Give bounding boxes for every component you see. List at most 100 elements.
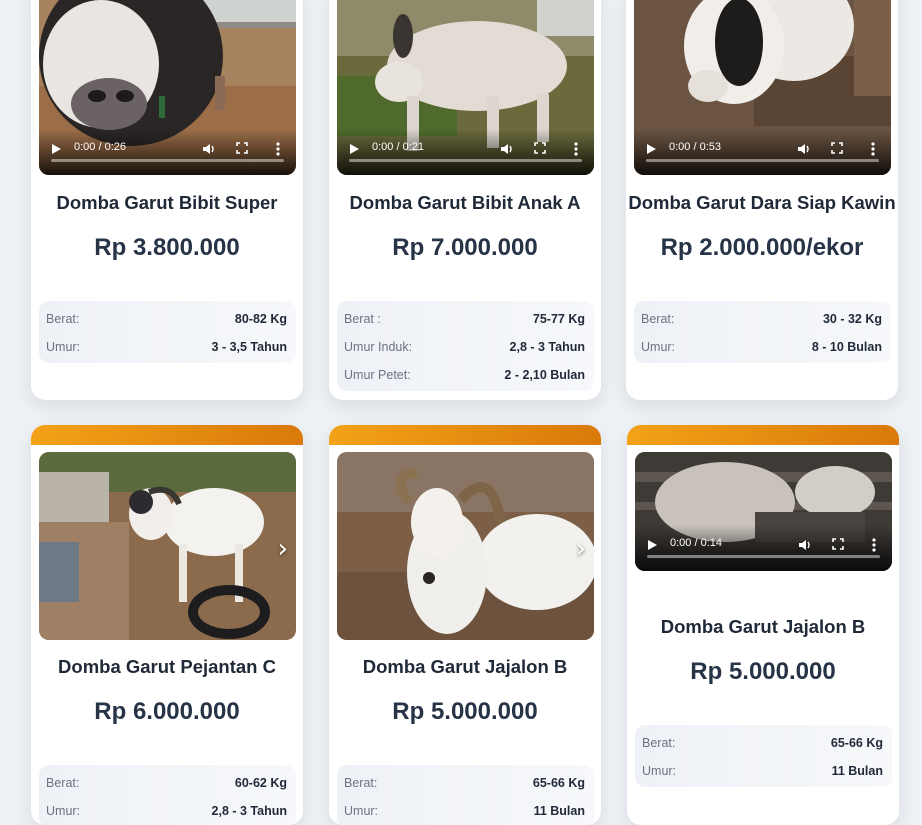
- spec-row: Umur: 3 - 3,5 Tahun: [39, 337, 296, 357]
- card-accent-bar: [31, 425, 303, 445]
- next-image-icon[interactable]: ›: [278, 534, 288, 564]
- spec-label: Umur:: [642, 764, 677, 778]
- product-price: Rp 7.000.000: [392, 234, 538, 261]
- spec-label: Umur:: [46, 340, 81, 354]
- product-title: Domba Garut Jajalon B: [660, 616, 866, 637]
- spec-label: Berat :: [344, 312, 381, 326]
- volume-icon[interactable]: [797, 142, 811, 156]
- product-specs: Berat: 65-66 Kg Umur: 11 Bulan: [337, 765, 594, 825]
- spec-value: 2 - 2,10 Bulan: [504, 368, 585, 382]
- video-progress-track[interactable]: [51, 159, 284, 162]
- video-time: 0:00 / 0:14: [670, 537, 722, 549]
- product-card[interactable]: 0:00 / 0:21 Domba Garut Bibit Anak A Rp …: [329, 0, 601, 400]
- volume-icon[interactable]: [202, 142, 216, 156]
- product-photo[interactable]: ›: [337, 452, 594, 640]
- product-video[interactable]: 0:00 / 0:26: [39, 0, 296, 175]
- product-price: Rp 2.000.000/ekor: [660, 234, 864, 261]
- spec-value: 2,8 - 3 Tahun: [509, 340, 585, 354]
- play-icon[interactable]: [350, 144, 359, 154]
- spec-row: Umur: 11 Bulan: [635, 761, 892, 781]
- spec-row: Berat: 65-66 Kg: [337, 773, 594, 793]
- spec-value: 8 - 10 Bulan: [811, 340, 882, 354]
- spec-row: Berat: 80-82 Kg: [39, 309, 296, 329]
- product-card[interactable]: 0:00 / 0:26 Domba Garut Bibit Super Rp 3…: [31, 0, 303, 400]
- video-time: 0:00 / 0:26: [74, 141, 126, 153]
- spec-label: Umur:: [344, 804, 379, 818]
- product-specs: Berat : 75-77 Kg Umur Induk: 2,8 - 3 Tah…: [337, 301, 594, 391]
- card-accent-bar: [627, 425, 899, 445]
- spec-label: Berat:: [641, 312, 675, 326]
- video-progress-track[interactable]: [349, 159, 582, 162]
- spec-value: 80-82 Kg: [234, 312, 287, 326]
- video-controls: 0:00 / 0:21: [337, 129, 594, 175]
- spec-row: Umur Induk: 2,8 - 3 Tahun: [337, 337, 594, 357]
- video-controls: 0:00 / 0:53: [634, 129, 891, 175]
- product-price: Rp 6.000.000: [94, 698, 240, 725]
- photo-sheep: [337, 452, 594, 640]
- product-title: Domba Garut Pejantan C: [58, 656, 276, 677]
- spec-value: 65-66 Kg: [830, 736, 883, 750]
- card-accent-bar: [329, 425, 601, 445]
- spec-row: Umur: 8 - 10 Bulan: [634, 337, 891, 357]
- spec-label: Umur Petet:: [344, 368, 411, 382]
- spec-row: Berat: 65-66 Kg: [635, 733, 892, 753]
- product-title: Domba Garut Jajalon B: [362, 656, 568, 677]
- product-video[interactable]: 0:00 / 0:14: [635, 452, 892, 571]
- spec-value: 11 Bulan: [831, 764, 883, 778]
- video-time: 0:00 / 0:53: [669, 141, 721, 153]
- video-progress-track[interactable]: [646, 159, 879, 162]
- spec-value: 3 - 3,5 Tahun: [211, 340, 287, 354]
- spec-row: Berat: 60-62 Kg: [39, 773, 296, 793]
- product-price: Rp 5.000.000: [392, 698, 538, 725]
- video-progress-track[interactable]: [647, 555, 880, 558]
- spec-row: Berat: 30 - 32 Kg: [634, 309, 891, 329]
- product-card[interactable]: › Domba Garut Jajalon B Rp 5.000.000 Ber…: [329, 425, 601, 825]
- more-options-icon[interactable]: [871, 141, 875, 157]
- spec-value: 11 Bulan: [533, 804, 585, 818]
- product-specs: Berat: 80-82 Kg Umur: 3 - 3,5 Tahun: [39, 301, 296, 363]
- spec-row: Umur: 11 Bulan: [337, 801, 594, 821]
- volume-icon[interactable]: [798, 538, 812, 552]
- spec-label: Umur:: [46, 804, 81, 818]
- product-specs: Berat: 30 - 32 Kg Umur: 8 - 10 Bulan: [634, 301, 891, 363]
- video-controls: 0:00 / 0:14: [635, 525, 892, 571]
- spec-label: Umur Induk:: [344, 340, 413, 354]
- product-photo[interactable]: ›: [39, 452, 296, 640]
- more-options-icon[interactable]: [276, 141, 280, 157]
- more-options-icon[interactable]: [872, 537, 876, 553]
- product-card[interactable]: 0:00 / 0:53 Domba Garut Dara Siap Kawin …: [626, 0, 898, 400]
- product-specs: Berat: 60-62 Kg Umur: 2,8 - 3 Tahun: [39, 765, 296, 825]
- fullscreen-icon[interactable]: [832, 538, 844, 550]
- product-card[interactable]: 0:00 / 0:14 Domba Garut Jajalon B Rp 5.0…: [627, 425, 899, 825]
- product-title: Domba Garut Bibit Super: [56, 192, 278, 213]
- more-options-icon[interactable]: [574, 141, 578, 157]
- product-video[interactable]: 0:00 / 0:53: [634, 0, 891, 175]
- video-controls: 0:00 / 0:26: [39, 129, 296, 175]
- spec-label: Berat:: [46, 776, 80, 790]
- fullscreen-icon[interactable]: [831, 142, 843, 154]
- volume-icon[interactable]: [500, 142, 514, 156]
- next-image-icon[interactable]: ›: [576, 534, 586, 564]
- fullscreen-icon[interactable]: [236, 142, 248, 154]
- product-price: Rp 3.800.000: [94, 234, 240, 261]
- video-time: 0:00 / 0:21: [372, 141, 424, 153]
- play-icon[interactable]: [647, 144, 656, 154]
- spec-value: 65-66 Kg: [532, 776, 585, 790]
- spec-label: Berat:: [642, 736, 676, 750]
- spec-value: 2,8 - 3 Tahun: [211, 804, 287, 818]
- product-title: Domba Garut Bibit Anak A: [349, 192, 581, 213]
- play-icon[interactable]: [52, 144, 61, 154]
- spec-value: 60-62 Kg: [234, 776, 287, 790]
- spec-value: 30 - 32 Kg: [822, 312, 882, 326]
- product-specs: Berat: 65-66 Kg Umur: 11 Bulan: [635, 725, 892, 787]
- product-card[interactable]: › Domba Garut Pejantan C Rp 6.000.000 Be…: [31, 425, 303, 825]
- photo-sheep: [39, 452, 296, 640]
- product-video[interactable]: 0:00 / 0:21: [337, 0, 594, 175]
- fullscreen-icon[interactable]: [534, 142, 546, 154]
- spec-value: 75-77 Kg: [532, 312, 585, 326]
- spec-row: Umur Petet: 2 - 2,10 Bulan: [337, 365, 594, 385]
- play-icon[interactable]: [648, 540, 657, 550]
- spec-label: Umur:: [641, 340, 676, 354]
- product-title: Domba Garut Dara Siap Kawin: [628, 192, 896, 213]
- product-price: Rp 5.000.000: [690, 658, 836, 685]
